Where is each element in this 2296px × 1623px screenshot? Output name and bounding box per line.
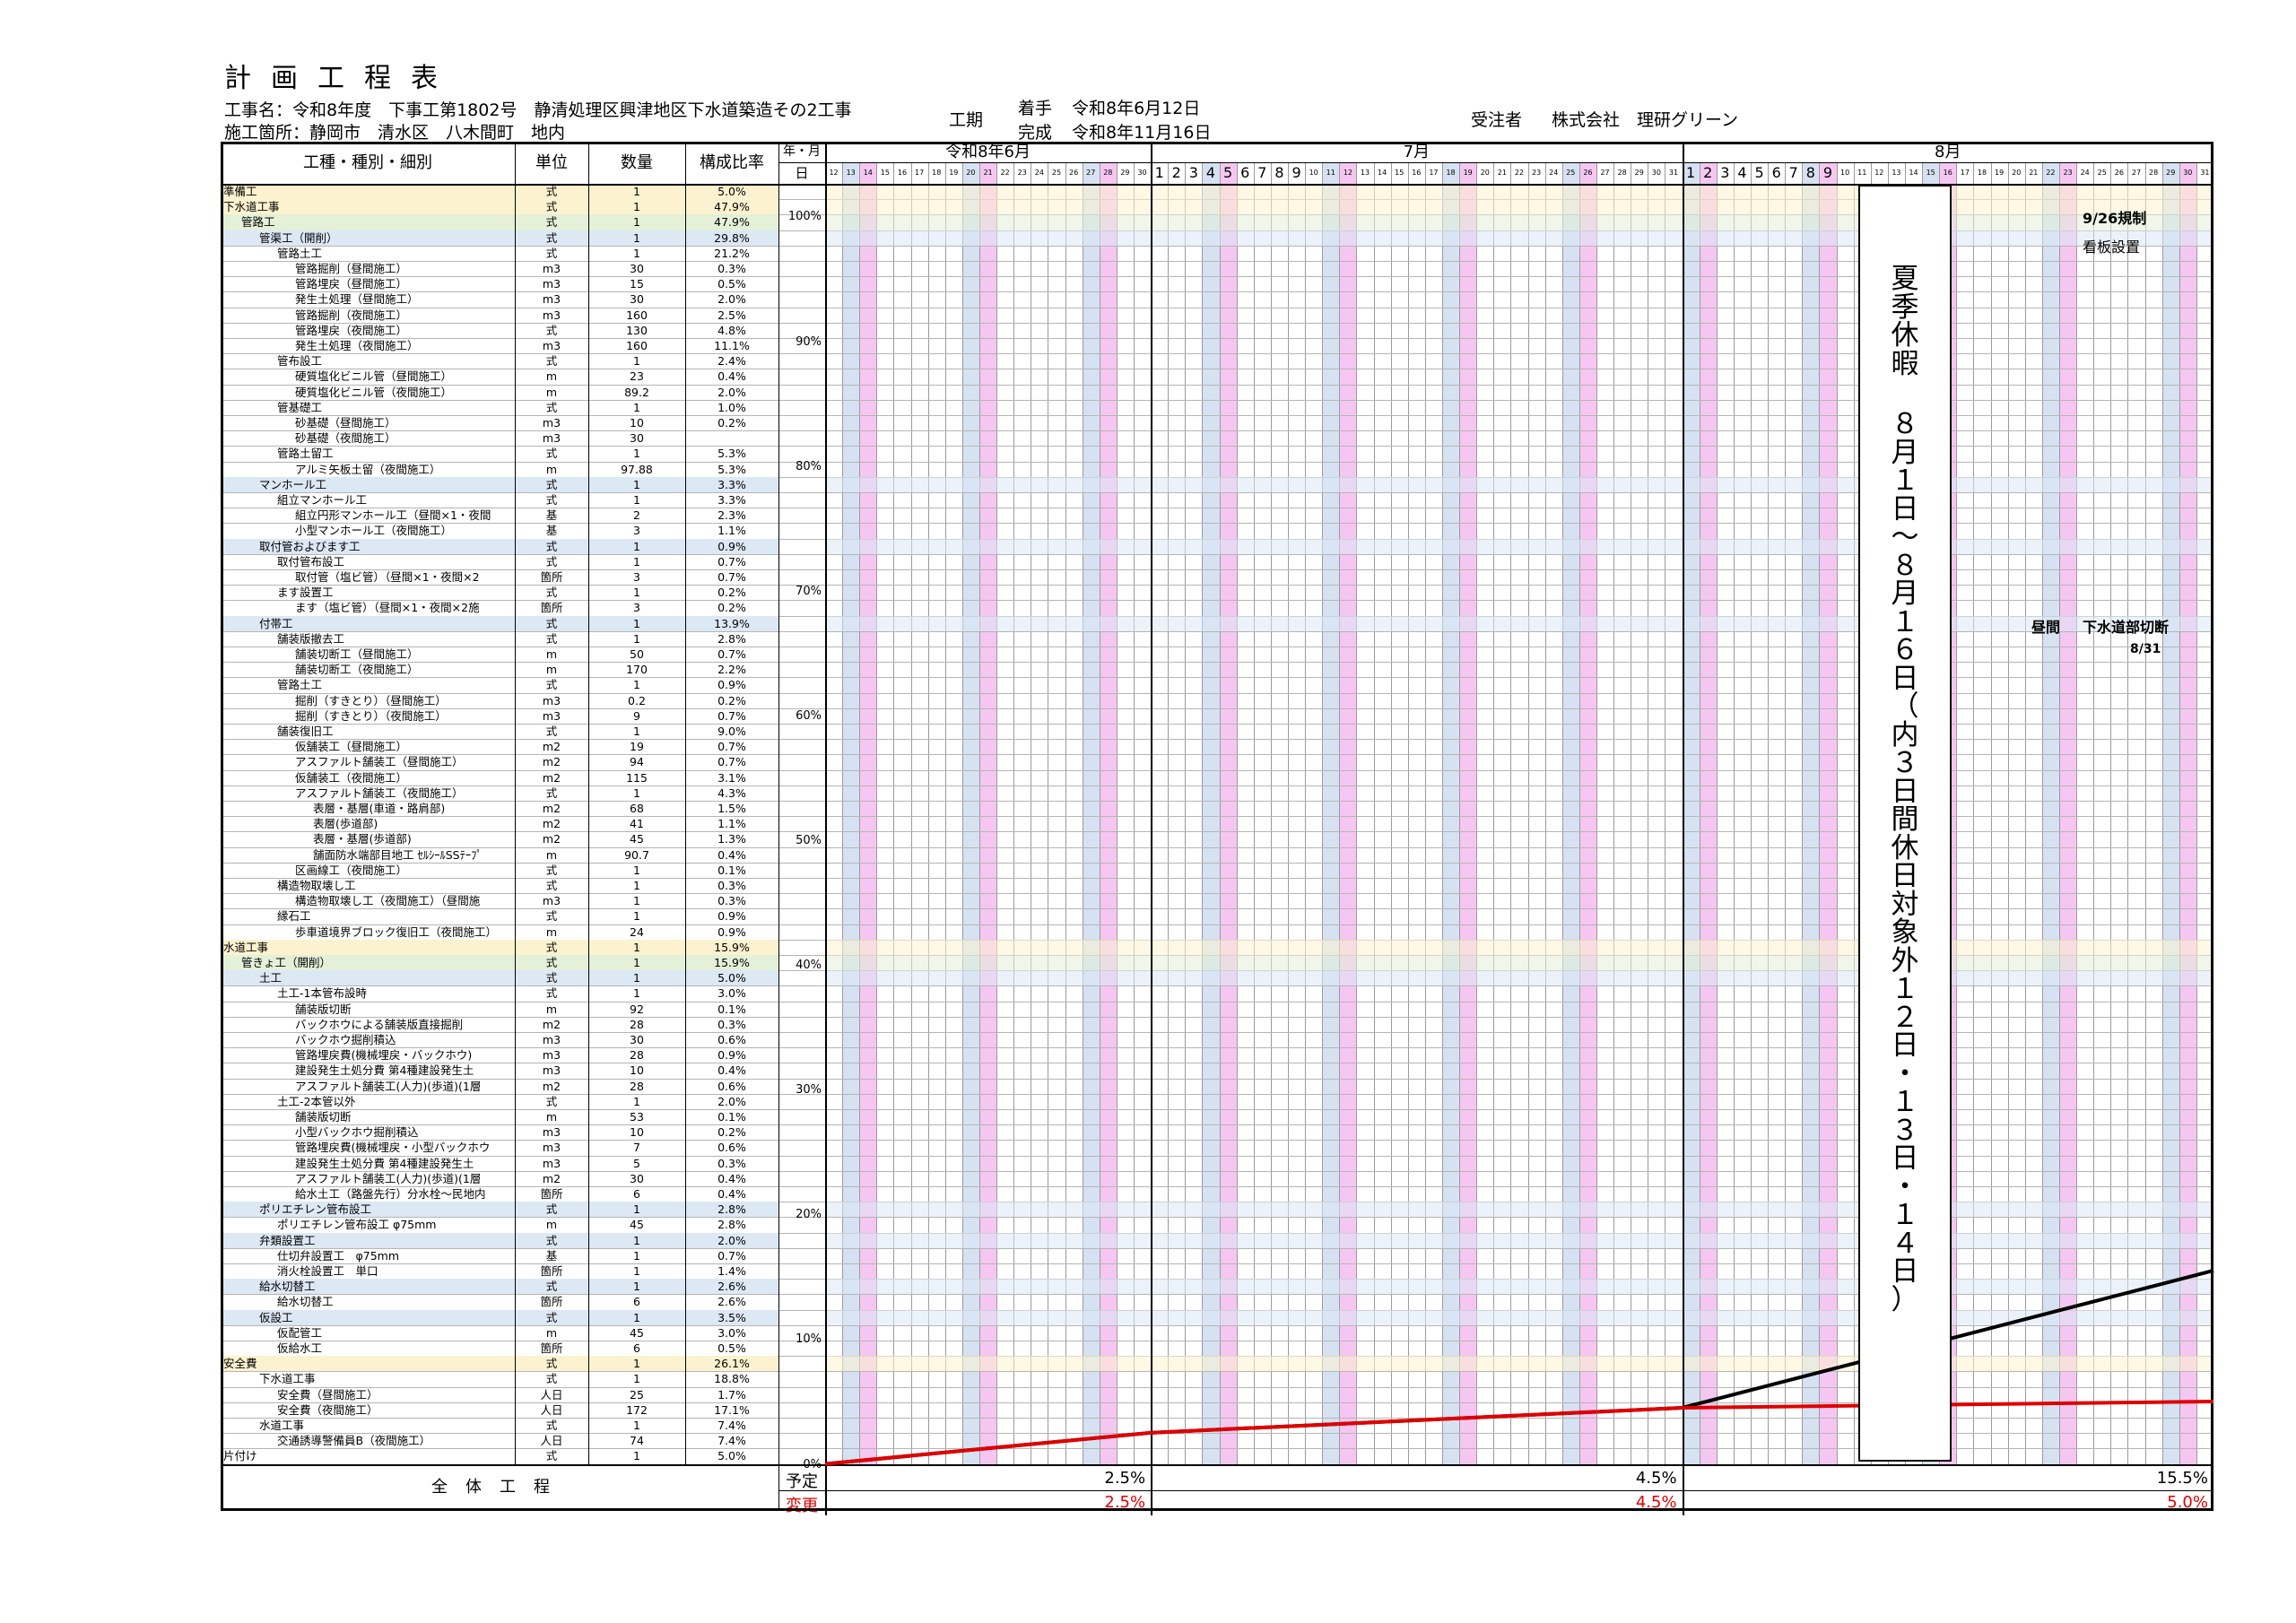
holiday-char: 休 (1891, 831, 1919, 864)
holiday-char: 月 (1891, 577, 1919, 610)
daytime-note: 昼間 (2031, 619, 2061, 636)
holiday-char: ・ (1891, 1170, 1919, 1203)
holiday-char: 日 (1891, 1255, 1919, 1288)
holiday-char: 日 (1891, 1029, 1919, 1062)
holiday-char: 月 (1891, 436, 1919, 469)
holiday-char: ４ (1891, 1227, 1919, 1260)
holiday-char: １ (1891, 605, 1919, 638)
holiday-char: 夏 (1891, 263, 1919, 295)
holiday-char: ～ (1891, 521, 1919, 553)
holiday-char: 日 (1891, 492, 1919, 525)
holiday-char: ６ (1891, 634, 1919, 666)
plan-series-line (824, 1269, 2214, 1466)
holiday-char: １ (1891, 973, 1919, 1005)
holiday-char: １ (1891, 464, 1919, 497)
holiday-char: 日 (1891, 662, 1919, 695)
holiday-char: ８ (1891, 408, 1919, 440)
holiday-char: 日 (1891, 860, 1919, 892)
sign-install-note: 看板設置 (2083, 239, 2141, 256)
holiday-char: 日 (1891, 775, 1919, 808)
holiday-char: ・ (1891, 1057, 1919, 1090)
holiday-char: 間 (1891, 803, 1919, 836)
cut-date-note: 8/31 (2130, 642, 2161, 656)
holiday-char: 休 (1891, 319, 1919, 352)
holiday-char: 内 (1891, 718, 1919, 751)
holiday-char: 暇 (1891, 347, 1919, 380)
holiday-char: 季 (1891, 291, 1919, 324)
holiday-char: 外 (1891, 944, 1919, 977)
holiday-char: 対 (1891, 888, 1919, 921)
holiday-char: （ (1891, 690, 1919, 723)
holiday-char: 象 (1891, 916, 1919, 949)
holiday-char: ３ (1891, 747, 1919, 779)
holiday-char: １ (1891, 1199, 1919, 1231)
holiday-char: ３ (1891, 1114, 1919, 1147)
progress-chart (824, 1269, 2214, 1466)
summer-holiday-box: 夏季休暇 ８ 月 １ 日～ ８ 月 １ ６ 日（内 ３ 日間休日対象外 １ ２ 日・ １ ３ 日・ １ ４ 日） (1858, 185, 1952, 1462)
holiday-char: １ (1891, 1086, 1919, 1118)
holiday-char: ８ (1891, 549, 1919, 582)
holiday-char: ） (1891, 1283, 1919, 1316)
sewer-cut-note: 下水道部切断 (2083, 619, 2170, 636)
regulation-note: 9/26規制 (2083, 210, 2147, 227)
change-series-line (824, 1400, 2214, 1466)
holiday-char: 日 (1891, 1142, 1919, 1175)
summer-holiday-text: 夏季休暇 ８ 月 １ 日～ ８ 月 １ ６ 日（内 ３ 日間休日対象外 １ ２ 日・ １ ３ 日・ １ ４ 日） (1860, 265, 1950, 1315)
holiday-char: ２ (1891, 1001, 1919, 1034)
